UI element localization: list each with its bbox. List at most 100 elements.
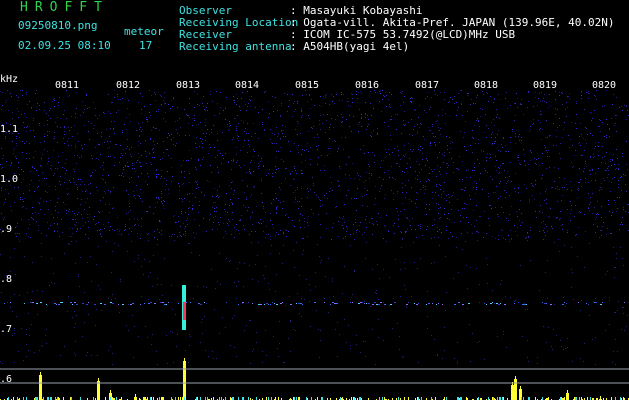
noise-dot: [382, 90, 383, 91]
noise-dot: [186, 114, 187, 115]
noise-dot: [452, 99, 453, 100]
noise-dot: [419, 105, 420, 106]
noise-dot: [571, 205, 572, 206]
noise-dot: [147, 173, 148, 174]
noise-dot: [199, 225, 200, 226]
noise-dot: [296, 173, 297, 174]
noise-dot: [420, 224, 421, 225]
noise-dot: [115, 298, 116, 299]
noise-dot: [234, 237, 235, 238]
noise-dot: [331, 239, 332, 240]
noise-dot: [243, 225, 244, 226]
noise-dot: [168, 193, 169, 194]
noise-dot: [400, 269, 401, 270]
noise-dot: [147, 121, 148, 122]
noise-dot: [356, 198, 357, 199]
noise-dot: [536, 217, 537, 218]
noise-dot: [588, 208, 589, 209]
noise-dot: [559, 153, 560, 154]
noise-dot: [622, 224, 623, 225]
noise-dot: [402, 238, 403, 239]
noise-dot: [437, 354, 438, 355]
noise-dot: [620, 224, 621, 225]
noise-dot: [445, 256, 446, 257]
noise-dot: [368, 164, 369, 165]
noise-dot: [579, 182, 580, 183]
noise-dot: [265, 330, 266, 331]
noise-dot: [19, 137, 20, 138]
noise-dot: [268, 117, 269, 118]
noise-dot: [263, 166, 264, 167]
noise-dot: [538, 158, 539, 159]
noise-dot: [33, 130, 34, 131]
noise-dot: [505, 145, 506, 146]
noise-dot: [420, 150, 421, 151]
noise-dot: [316, 195, 317, 196]
noise-dot: [1, 190, 2, 191]
noise-dot: [425, 98, 426, 99]
noise-dot: [536, 164, 537, 165]
noise-dot: [91, 155, 92, 156]
noise-dot: [541, 92, 542, 93]
noise-dot: [57, 126, 58, 127]
noise-dot: [585, 163, 586, 164]
noise-dot: [183, 160, 184, 161]
noise-dot: [531, 152, 532, 153]
noise-dot: [313, 126, 314, 127]
noise-dot: [96, 309, 97, 310]
noise-dot: [374, 204, 375, 205]
noise-dot: [332, 278, 333, 279]
noise-dot: [34, 191, 35, 192]
noise-dot: [38, 225, 39, 226]
noise-dot: [443, 191, 444, 192]
noise-dot: [171, 236, 172, 237]
noise-dot: [425, 208, 426, 209]
noise-dot: [495, 192, 496, 193]
noise-dot: [472, 152, 473, 153]
noise-dot: [164, 178, 165, 179]
noise-dot: [99, 212, 100, 213]
noise-dot: [590, 112, 591, 113]
noise-dot: [342, 293, 343, 294]
noise-dot: [591, 180, 592, 181]
noise-dot: [494, 99, 495, 100]
noise-dot: [62, 232, 63, 233]
noise-dot: [402, 203, 403, 204]
noise-dot: [399, 349, 400, 350]
noise-dot: [98, 246, 99, 247]
noise-dot: [595, 219, 596, 220]
noise-dot: [606, 152, 607, 153]
signal-dot: [490, 303, 492, 304]
noise-dot: [496, 109, 497, 110]
noise-dot: [34, 136, 35, 137]
noise-dot: [68, 96, 69, 97]
noise-dot: [285, 178, 286, 179]
noise-dot: [489, 225, 490, 226]
time-tick: 0813: [176, 80, 201, 91]
noise-dot: [178, 183, 179, 184]
noise-dot: [74, 311, 75, 312]
signal-dot: [350, 302, 351, 303]
noise-dot: [84, 125, 85, 126]
signal-dot: [462, 304, 464, 305]
noise-dot: [218, 197, 219, 198]
noise-dot: [422, 148, 423, 149]
noise-dot: [336, 94, 337, 95]
noise-dot: [320, 115, 321, 116]
noise-dot: [38, 202, 39, 203]
noise-dot: [381, 160, 382, 161]
noise-dot: [434, 262, 435, 263]
noise-dot: [449, 219, 450, 220]
noise-dot: [171, 181, 172, 182]
noise-dot: [58, 162, 59, 163]
noise-dot: [164, 92, 165, 93]
noise-dot: [81, 214, 82, 215]
noise-dot: [415, 178, 416, 179]
noise-dot: [558, 168, 559, 169]
noise-dot: [350, 348, 351, 349]
noise-dot: [258, 163, 259, 164]
noise-dot: [301, 111, 302, 112]
noise-dot: [150, 207, 151, 208]
noise-dot: [444, 350, 445, 351]
noise-dot: [519, 134, 520, 135]
